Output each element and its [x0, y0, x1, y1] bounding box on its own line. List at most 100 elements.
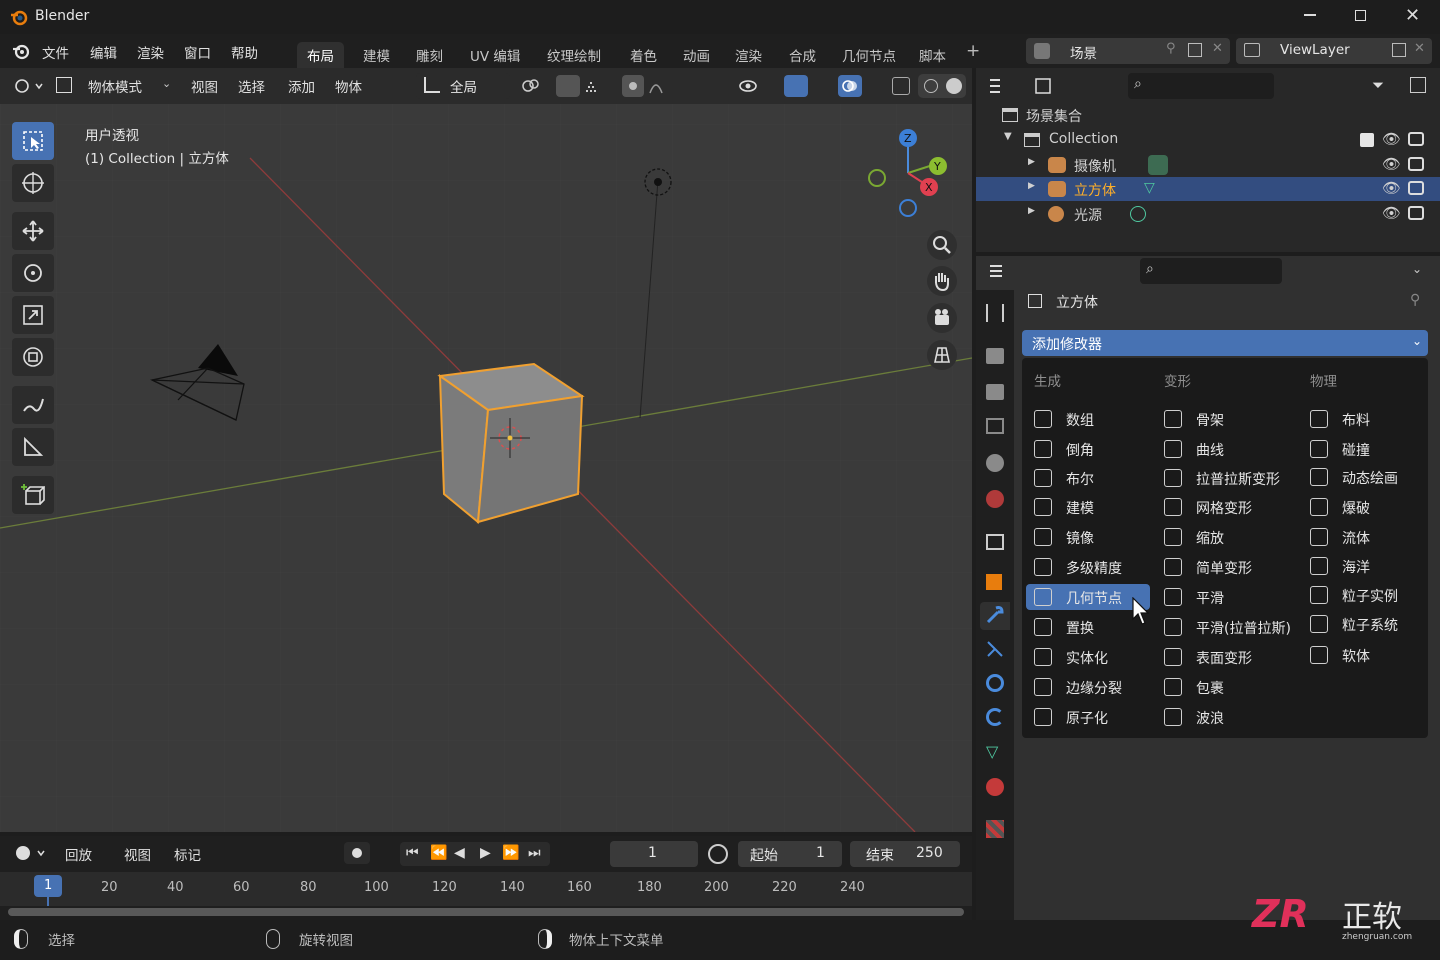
outliner-item-light[interactable]: ▶ 光源 👁	[976, 202, 1440, 226]
start-frame-field[interactable]: 起始 1	[738, 841, 842, 867]
expand-icon[interactable]: ▶	[1028, 206, 1035, 216]
current-frame-field[interactable]: 1	[610, 841, 698, 867]
generate-item[interactable]: 实体化	[1026, 644, 1150, 670]
timer-icon[interactable]	[708, 844, 728, 864]
scene-tab-icon[interactable]	[986, 454, 1004, 472]
deform-item[interactable]: 缩放	[1156, 524, 1292, 550]
data-tab-icon[interactable]: ▽	[986, 742, 998, 761]
tab-shading[interactable]: 着色	[620, 42, 667, 68]
physics-item[interactable]: 布料	[1302, 406, 1426, 432]
collection-tab-icon[interactable]	[986, 534, 1004, 550]
annotate-tool[interactable]	[12, 386, 54, 424]
cube-object[interactable]	[430, 358, 590, 528]
viewlayer-selector[interactable]: ViewLayer ✕	[1236, 38, 1432, 64]
delete-viewlayer-icon[interactable]: ✕	[1414, 41, 1425, 56]
outliner-editor-icon[interactable]	[988, 77, 1018, 95]
cursor-tool[interactable]	[12, 164, 54, 202]
world-tab-icon[interactable]	[986, 490, 1004, 508]
generate-item[interactable]: 布尔	[1026, 465, 1150, 491]
pin-icon[interactable]: ⚲	[1410, 292, 1420, 308]
tab-compositing[interactable]: 合成	[779, 42, 826, 68]
deform-item[interactable]: 骨架	[1156, 406, 1292, 432]
expand-icon[interactable]: ▶	[1028, 157, 1035, 167]
generate-item[interactable]: 倒角	[1026, 436, 1150, 462]
gizmo-toggle-icon[interactable]	[784, 75, 808, 97]
timeline-scrollbar[interactable]	[8, 908, 964, 916]
physics-item[interactable]: 动态绘画	[1302, 464, 1426, 490]
generate-item[interactable]: 镜像	[1026, 524, 1150, 550]
measure-tool[interactable]	[12, 428, 54, 466]
move-tool[interactable]	[12, 212, 54, 250]
transform-tool[interactable]	[12, 338, 54, 376]
add-workspace-icon[interactable]: +	[966, 41, 980, 61]
particles-tab-icon[interactable]	[986, 640, 1004, 658]
falloff-icon[interactable]	[648, 77, 678, 95]
outliner-collection[interactable]: ▼ Collection 👁	[976, 128, 1440, 152]
tab-rendering[interactable]: 渲染	[725, 42, 772, 68]
texture-tab-icon[interactable]	[986, 820, 1004, 838]
tab-sculpting[interactable]: 雕刻	[406, 42, 453, 68]
zoom-icon[interactable]	[927, 230, 957, 260]
menu-file[interactable]: 文件	[42, 42, 69, 62]
light-data-icon[interactable]	[1130, 206, 1146, 222]
material-tab-icon[interactable]	[986, 778, 1004, 796]
physics-item[interactable]: 海洋	[1302, 553, 1426, 579]
perspective-grid-icon[interactable]	[927, 340, 957, 370]
tab-uv-editing[interactable]: UV 编辑	[460, 42, 530, 68]
generate-item[interactable]: 多级精度	[1026, 554, 1150, 580]
deform-item[interactable]: 简单变形	[1156, 554, 1292, 580]
editor-type-icon[interactable]	[14, 77, 44, 95]
physics-tab-icon[interactable]	[986, 674, 1004, 692]
eye-icon[interactable]: 👁	[1382, 130, 1401, 148]
add-modifier-button[interactable]: 添加修改器 ⌄	[1022, 330, 1428, 356]
menu-object[interactable]: 物体	[335, 76, 362, 96]
tab-texture-paint[interactable]: 纹理绘制	[537, 42, 611, 68]
menu-edit[interactable]: 编辑	[90, 42, 117, 62]
timeline-ruler[interactable]	[0, 872, 972, 906]
menu-marker[interactable]: 标记	[174, 844, 201, 864]
outliner-search[interactable]: ⌕	[1128, 73, 1274, 99]
properties-search[interactable]: ⌕	[1140, 258, 1282, 284]
tab-layout[interactable]: 布局	[297, 42, 344, 68]
rotate-tool[interactable]	[12, 254, 54, 292]
properties-editor-icon[interactable]	[988, 262, 1018, 280]
overlay-toggle-icon[interactable]	[838, 75, 862, 97]
shading-mode-group[interactable]	[918, 74, 966, 98]
menu-add[interactable]: 添加	[288, 76, 315, 96]
outliner-item-camera[interactable]: ▶ 摄像机 👁	[976, 153, 1440, 177]
play-reverse-icon[interactable]: ◀	[454, 845, 465, 861]
pin-icon[interactable]: ⚲	[1166, 41, 1176, 56]
playhead[interactable]: 1	[34, 875, 62, 897]
deform-item[interactable]: 曲线	[1156, 436, 1292, 462]
physics-item[interactable]: 流体	[1302, 524, 1426, 550]
eye-icon[interactable]: 👁	[1382, 155, 1401, 173]
snap-target-icon[interactable]	[584, 77, 610, 95]
tab-animation[interactable]: 动画	[673, 42, 720, 68]
deform-item[interactable]: 包裹	[1156, 674, 1292, 700]
menu-view[interactable]: 视图	[191, 76, 218, 96]
expand-icon[interactable]: ▶	[1028, 181, 1035, 191]
render-tab-icon[interactable]	[986, 348, 1004, 364]
generate-item[interactable]: 数组	[1026, 406, 1150, 432]
end-frame-field[interactable]: 结束 250	[850, 841, 960, 867]
menu-view[interactable]: 视图	[124, 844, 151, 864]
camera-data-icon[interactable]	[1148, 155, 1168, 175]
close-icon[interactable]: ✕	[1405, 5, 1420, 26]
menu-playback[interactable]: 回放	[65, 844, 92, 864]
scale-tool[interactable]	[12, 296, 54, 334]
add-cube-tool[interactable]	[12, 476, 54, 514]
display-mode-icon[interactable]	[1034, 77, 1064, 95]
new-scene-icon[interactable]	[1188, 43, 1202, 57]
filter-icon[interactable]: ⏷	[1372, 76, 1384, 94]
menu-help[interactable]: 帮助	[231, 42, 258, 62]
wireframe-shading-icon[interactable]	[924, 79, 938, 93]
menu-window[interactable]: 窗口	[184, 42, 211, 62]
physics-item[interactable]: 碰撞	[1302, 436, 1426, 462]
minimize-icon[interactable]	[1304, 14, 1316, 16]
maximize-icon[interactable]	[1355, 10, 1366, 21]
jump-start-icon[interactable]: ⏮	[406, 845, 419, 861]
deform-item[interactable]: 网格变形	[1156, 494, 1292, 520]
new-collection-icon[interactable]	[1410, 77, 1426, 93]
navigation-gizmo[interactable]: Z Y X	[862, 128, 952, 220]
deform-item[interactable]: 波浪	[1156, 704, 1292, 730]
